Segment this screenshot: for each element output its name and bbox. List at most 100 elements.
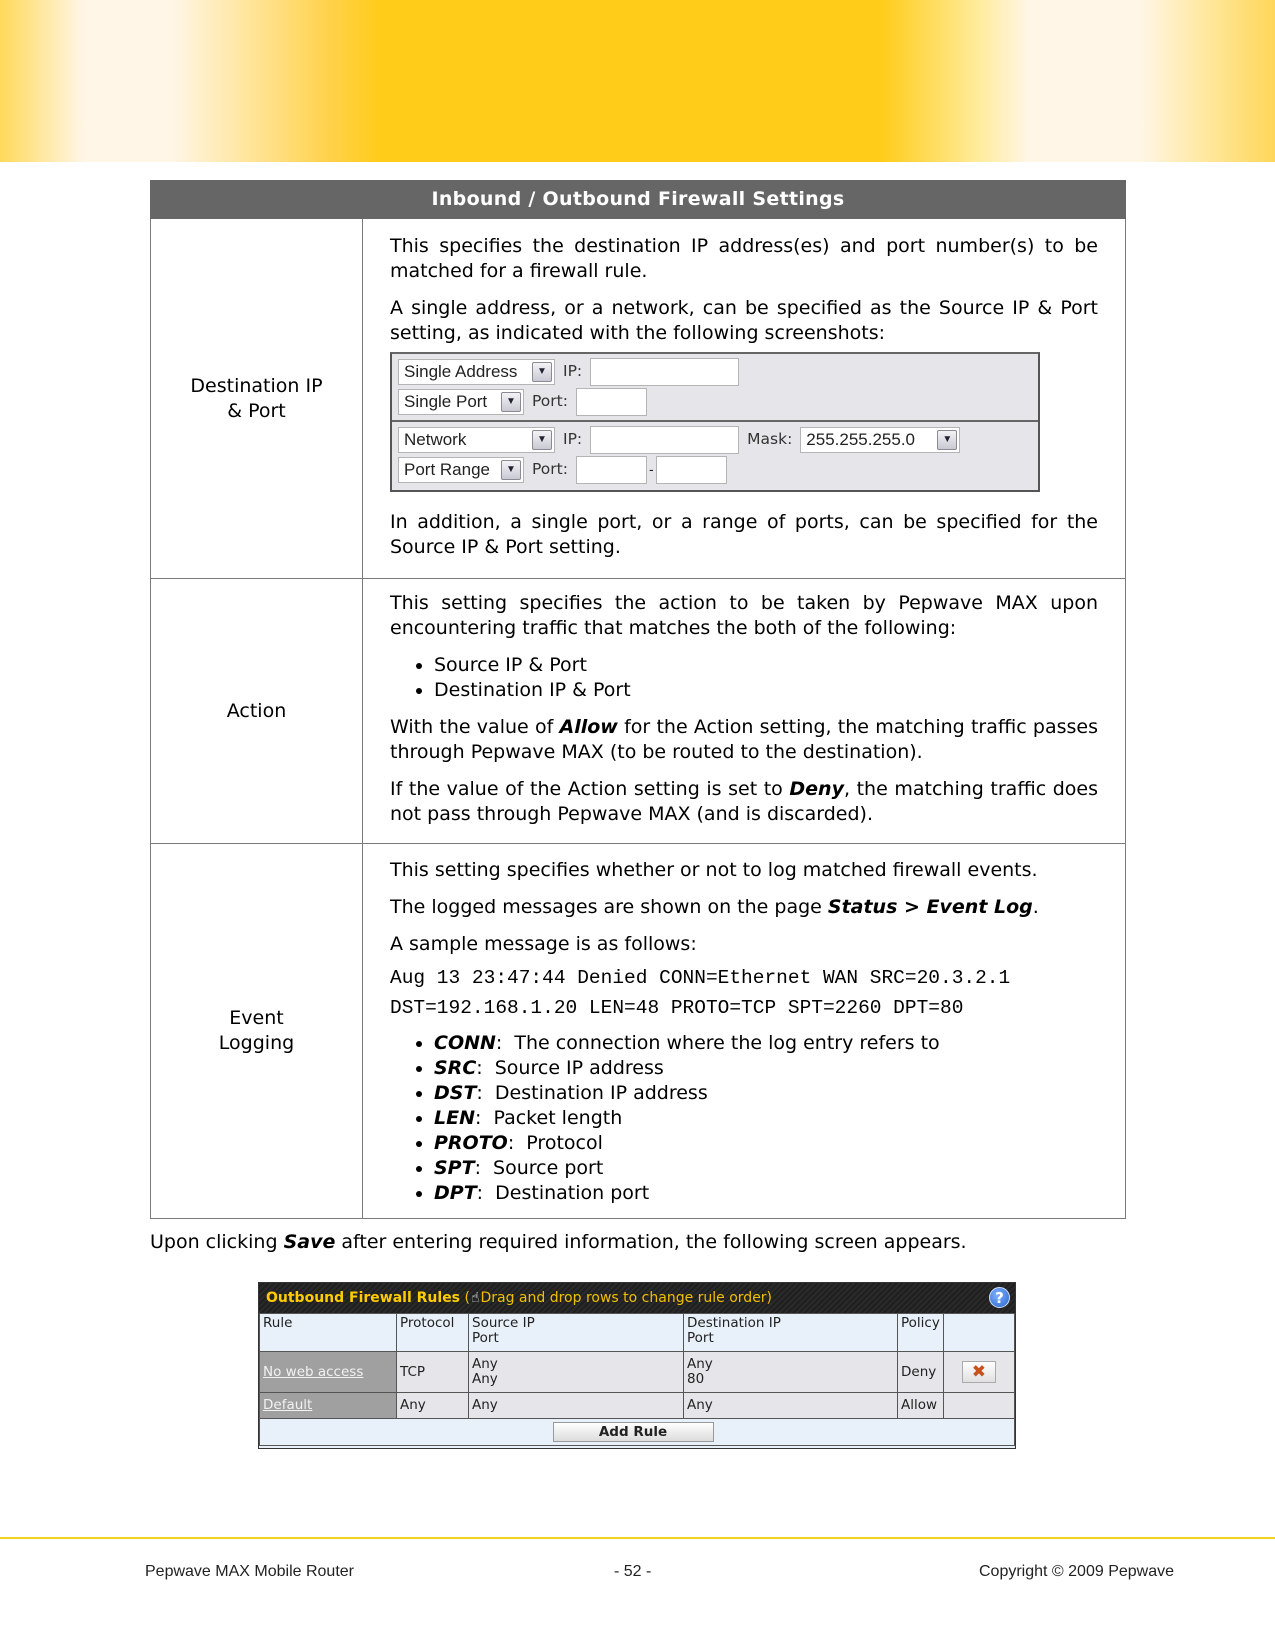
text: The logged messages are shown on the pag… xyxy=(390,896,828,918)
table-row-event-logging: Event Logging This setting specifies whe… xyxy=(150,843,1126,1219)
port-from-input[interactable] xyxy=(575,455,647,484)
port-type-select[interactable]: Single Port ▼ xyxy=(398,388,524,415)
label-line: Destination IP xyxy=(190,374,323,397)
port-label: Port: xyxy=(532,460,568,478)
drag-hand-icon: ☝ xyxy=(470,1290,480,1306)
list-item: LEN: Packet length xyxy=(434,1106,1098,1131)
dest-ip: Any xyxy=(687,1356,713,1372)
field-key: PROTO xyxy=(434,1132,508,1154)
outbound-firewall-rules-screenshot: Outbound Firewall Rules ( ☝ Drag and dro… xyxy=(258,1282,1016,1449)
rule-name-cell: Default xyxy=(259,1392,397,1419)
save-instruction: Upon clicking Save after entering requir… xyxy=(150,1230,967,1255)
table-row-action: Action This setting specifies the action… xyxy=(150,578,1126,844)
text: Upon clicking xyxy=(150,1231,284,1253)
list-item: DST: Destination IP address xyxy=(434,1081,1098,1106)
rule-link[interactable]: No web access xyxy=(263,1364,363,1380)
field-desc: : Source port xyxy=(474,1157,604,1179)
field-desc: : Protocol xyxy=(507,1132,603,1154)
list-item: CONN: The connection where the log entry… xyxy=(434,1031,1098,1056)
form-row-port-range: Port Range ▼ Port: - xyxy=(398,455,727,484)
emphasis: Deny xyxy=(789,778,844,800)
paragraph: If the value of the Action setting is se… xyxy=(390,777,1098,827)
header-line: Port xyxy=(472,1330,499,1346)
port-input[interactable] xyxy=(575,387,647,416)
text: after entering required information, the… xyxy=(335,1231,967,1253)
list-item: SPT: Source port xyxy=(434,1156,1098,1181)
form-row-single-port: Single Port ▼ Port: xyxy=(398,387,647,416)
table-row[interactable]: Default Any Any Any Allow xyxy=(259,1392,1016,1419)
help-icon[interactable]: ? xyxy=(989,1287,1010,1308)
list-item: PROTO: Protocol xyxy=(434,1131,1098,1156)
row-label-event-logging: Event Logging xyxy=(150,843,363,1219)
chevron-down-icon: ▼ xyxy=(532,429,552,450)
source-port: Any xyxy=(472,1371,498,1387)
list-item: Source IP & Port xyxy=(434,653,1098,678)
footer-copyright: Copyright © 2009 Pepwave xyxy=(979,1563,1175,1580)
label-line: Logging xyxy=(218,1032,295,1054)
rules-header-row: Rule Protocol Source IP Port Destination … xyxy=(259,1313,1016,1352)
policy-cell: Deny xyxy=(897,1351,944,1393)
footer-page-number: - 52 - xyxy=(614,1563,652,1580)
delete-icon[interactable]: ✖ xyxy=(961,1361,996,1383)
chevron-down-icon: ▼ xyxy=(501,391,521,412)
field-key: SPT xyxy=(434,1157,475,1179)
chevron-down-icon: ▼ xyxy=(937,429,958,450)
port-to-input[interactable] xyxy=(655,455,727,484)
port-label: Port: xyxy=(532,392,568,410)
log-line: DST=192.168.1.20 LEN=48 PROTO=TCP SPT=22… xyxy=(390,997,964,1019)
footer-divider xyxy=(0,1537,1275,1539)
port-type-select[interactable]: Port Range ▼ xyxy=(398,456,524,483)
emphasis: Allow xyxy=(559,716,618,738)
rule-link[interactable]: Default xyxy=(263,1397,312,1413)
header-rule: Rule xyxy=(259,1313,397,1352)
paragraph: This specifies the destination IP addres… xyxy=(390,234,1098,282)
ip-type-select[interactable]: Single Address ▼ xyxy=(398,358,555,385)
table-row[interactable]: No web access TCP Any Any Any 80 Deny ✖ xyxy=(259,1351,1016,1393)
range-separator: - xyxy=(648,461,654,477)
paragraph: With the value of Allow for the Action s… xyxy=(390,715,1098,765)
log-line: Aug 13 23:47:44 Denied CONN=Ethernet WAN… xyxy=(390,967,1011,989)
text: . xyxy=(1032,896,1039,918)
header-line: Port xyxy=(687,1330,714,1346)
field-list: CONN: The connection where the log entry… xyxy=(390,1031,1098,1206)
field-key: DST xyxy=(434,1082,477,1104)
row-desc-destination: This specifies the destination IP addres… xyxy=(362,218,1126,579)
label-line: & Port xyxy=(227,399,286,422)
rules-title-bar: Outbound Firewall Rules ( ☝ Drag and dro… xyxy=(259,1283,1015,1313)
subtitle-paren: ( xyxy=(460,1290,470,1306)
footer-product: Pepwave MAX Mobile Router xyxy=(145,1563,354,1580)
field-key: LEN xyxy=(434,1107,475,1129)
chevron-down-icon: ▼ xyxy=(532,361,552,382)
paragraph: The logged messages are shown on the pag… xyxy=(390,895,1098,920)
header-policy: Policy xyxy=(897,1313,944,1352)
field-desc: : Destination IP address xyxy=(476,1082,708,1104)
table-row-destination: Destination IP & Port This specifies the… xyxy=(150,218,1126,579)
ip-label: IP: xyxy=(563,430,583,448)
protocol-cell: Any xyxy=(396,1392,469,1419)
row-label-destination: Destination IP & Port xyxy=(150,218,363,579)
select-value: 255.255.255.0 xyxy=(806,430,916,449)
ip-type-select[interactable]: Network ▼ xyxy=(398,426,555,453)
ip-input[interactable] xyxy=(590,357,740,386)
select-value: Network xyxy=(404,430,467,449)
mask-select[interactable]: 255.255.255.0 ▼ xyxy=(800,426,961,453)
protocol-cell: TCP xyxy=(396,1351,469,1393)
row-desc-action: This setting specifies the action to be … xyxy=(362,578,1126,844)
label-line: Event xyxy=(229,1007,284,1029)
rules-title: Outbound Firewall Rules xyxy=(266,1290,461,1306)
dest-cell: Any 80 xyxy=(683,1351,898,1393)
add-rule-button[interactable]: Add Rule xyxy=(552,1422,714,1442)
list-item: Destination IP & Port xyxy=(434,678,1098,703)
header-line: Source IP xyxy=(472,1315,535,1331)
field-desc: : Destination port xyxy=(476,1182,650,1204)
text: With the value of xyxy=(390,716,560,738)
field-desc: : Packet length xyxy=(475,1107,623,1129)
form-row-single-address: Single Address ▼ IP: xyxy=(398,357,740,386)
rule-name-cell: No web access xyxy=(259,1351,397,1393)
field-desc: : Source IP address xyxy=(476,1057,664,1079)
select-value: Single Port xyxy=(404,392,488,411)
rules-subtitle: Drag and drop rows to change rule order) xyxy=(480,1290,773,1306)
ip-input[interactable] xyxy=(590,425,740,454)
header-destination: Destination IP Port xyxy=(683,1313,898,1352)
add-rule-cell: Add Rule xyxy=(259,1418,1015,1446)
